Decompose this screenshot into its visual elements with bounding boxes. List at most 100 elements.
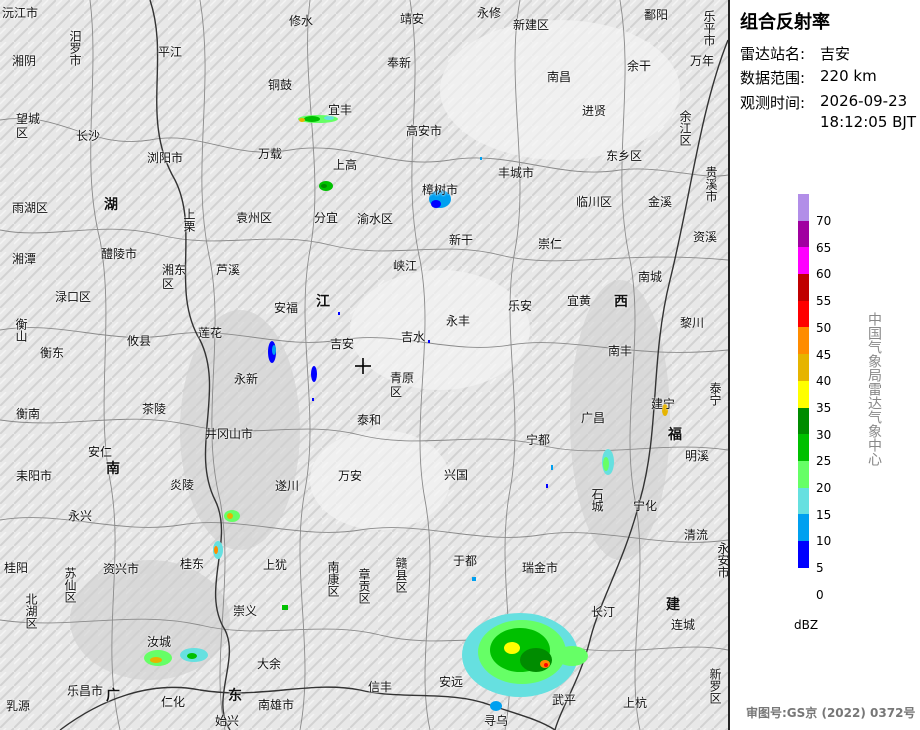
place-label: 永新 <box>234 372 259 386</box>
time-label: 观测时间: <box>740 94 806 112</box>
legend-tick-label: 30 <box>816 427 832 442</box>
legend-swatch <box>798 487 809 515</box>
place-label: 井冈山市 <box>205 427 254 441</box>
place-label: 章贡区 <box>357 568 371 604</box>
place-label: 南雄市 <box>258 698 295 712</box>
place-label: 余干 <box>627 59 652 73</box>
place-label: 鄱阳 <box>644 8 669 22</box>
info-panel: 组合反射率 雷达站名: 吉安 数据范围: 220 km 观测时间: 2026-0… <box>730 0 920 730</box>
place-label: 衡东 <box>40 346 65 360</box>
place-label: 湘潭 <box>12 252 37 266</box>
place-label: 建宁 <box>651 397 676 411</box>
place-label: 衡南 <box>16 407 41 421</box>
place-label: 樟树市 <box>422 183 459 197</box>
place-label: 明溪 <box>685 449 710 463</box>
place-label: 安仁 <box>88 445 113 459</box>
province-label: 湖 <box>104 197 118 213</box>
place-label: 石城 <box>590 488 604 512</box>
place-label: 吉水 <box>401 330 426 344</box>
place-label: 浏阳市 <box>147 151 184 165</box>
legend-tick-label: 55 <box>816 294 832 309</box>
place-label: 上栗 <box>182 208 196 232</box>
legend-swatch <box>798 300 809 328</box>
province-label: 西 <box>614 294 628 310</box>
legend-tick-label: 20 <box>816 481 832 495</box>
province-label: 广 <box>106 688 120 704</box>
place-label: 莲花 <box>198 326 223 340</box>
place-label: 铜鼓 <box>268 78 293 92</box>
legend-swatch <box>798 514 809 541</box>
place-label: 安福 <box>274 301 299 315</box>
place-label: 大余 <box>257 657 282 671</box>
legend-swatch <box>798 407 809 435</box>
place-label: 长汀 <box>591 605 616 619</box>
legend-swatch <box>798 354 809 381</box>
place-label: 乐安 <box>508 299 533 313</box>
place-label: 炎陵 <box>170 478 195 492</box>
legend-unit: dBZ <box>794 618 819 632</box>
legend-tick-label: 40 <box>816 374 832 389</box>
place-label: 仁化 <box>161 695 186 709</box>
place-label: 余江区 <box>678 110 692 146</box>
place-label: 丰城市 <box>498 166 535 180</box>
place-label: 崇义 <box>233 604 258 618</box>
place-label: 醴陵市 <box>101 247 138 261</box>
place-label: 泰和 <box>357 413 382 427</box>
place-label: 南康区 <box>326 561 340 597</box>
place-label: 沅江市 <box>2 6 39 20</box>
dbz-color-legend <box>798 194 809 568</box>
place-label: 汝城 <box>147 635 172 649</box>
place-label: 永兴 <box>68 509 93 523</box>
place-label: 奉新 <box>387 56 412 70</box>
place-label: 赣县区 <box>394 557 408 593</box>
legend-tick-label: 60 <box>816 267 832 282</box>
legend-tick-label: 25 <box>816 454 832 469</box>
place-label: 上犹 <box>263 558 288 572</box>
place-label: 永修 <box>477 6 502 20</box>
legend-swatch <box>798 247 809 275</box>
legend-tick-label: 15 <box>816 507 832 522</box>
radar-map[interactable]: 湖 南 江 西 福 建 广 东 沅江市 修水 靖安 永修 新建区 鄱阳 乐平市 … <box>0 0 730 730</box>
terrain-and-boundaries <box>0 0 728 730</box>
place-label: 始兴 <box>215 714 240 728</box>
place-label: 望城区 <box>16 112 41 140</box>
place-label: 广昌 <box>581 411 606 425</box>
place-label: 高安市 <box>406 124 443 138</box>
legend-tick-label: 45 <box>816 347 832 362</box>
place-label: 湘阴 <box>12 54 37 68</box>
place-label: 苏仙区 <box>63 567 77 603</box>
place-label: 宁都 <box>526 433 551 447</box>
place-label: 上杭 <box>623 696 648 710</box>
place-label: 乐昌市 <box>67 684 104 698</box>
legend-tick-label: 70 <box>816 214 832 228</box>
legend-tick-label: 35 <box>816 400 832 415</box>
place-label: 分宜 <box>314 211 339 225</box>
place-label: 清流 <box>684 528 709 542</box>
province-label: 福 <box>668 427 682 443</box>
place-label: 进贤 <box>582 104 607 118</box>
place-label: 连城 <box>671 618 696 632</box>
legend-swatch <box>798 380 809 408</box>
product-title: 组合反射率 <box>740 12 830 33</box>
place-label: 泰宁 <box>708 382 722 406</box>
place-label: 宁化 <box>633 499 658 513</box>
place-label: 南丰 <box>608 344 633 358</box>
legend-tick-label: 0 <box>816 587 824 602</box>
place-label: 东乡区 <box>606 149 643 163</box>
legend-swatch <box>798 194 809 221</box>
place-label: 万安 <box>338 469 363 483</box>
place-label: 桂东 <box>180 557 205 571</box>
place-label: 耒阳市 <box>16 469 53 483</box>
place-label: 新建区 <box>513 18 550 32</box>
place-label: 芦溪 <box>216 263 241 277</box>
place-label: 渝水区 <box>357 212 394 226</box>
place-label: 金溪 <box>648 195 673 209</box>
legend-tick-label: 5 <box>816 561 824 576</box>
province-label: 建 <box>666 597 680 613</box>
legend-swatch <box>798 540 809 568</box>
place-label: 南城 <box>638 270 663 284</box>
place-label: 上高 <box>333 158 358 172</box>
legend-swatch <box>798 434 809 461</box>
place-label: 兴国 <box>444 468 469 482</box>
place-label: 万年 <box>690 54 715 68</box>
